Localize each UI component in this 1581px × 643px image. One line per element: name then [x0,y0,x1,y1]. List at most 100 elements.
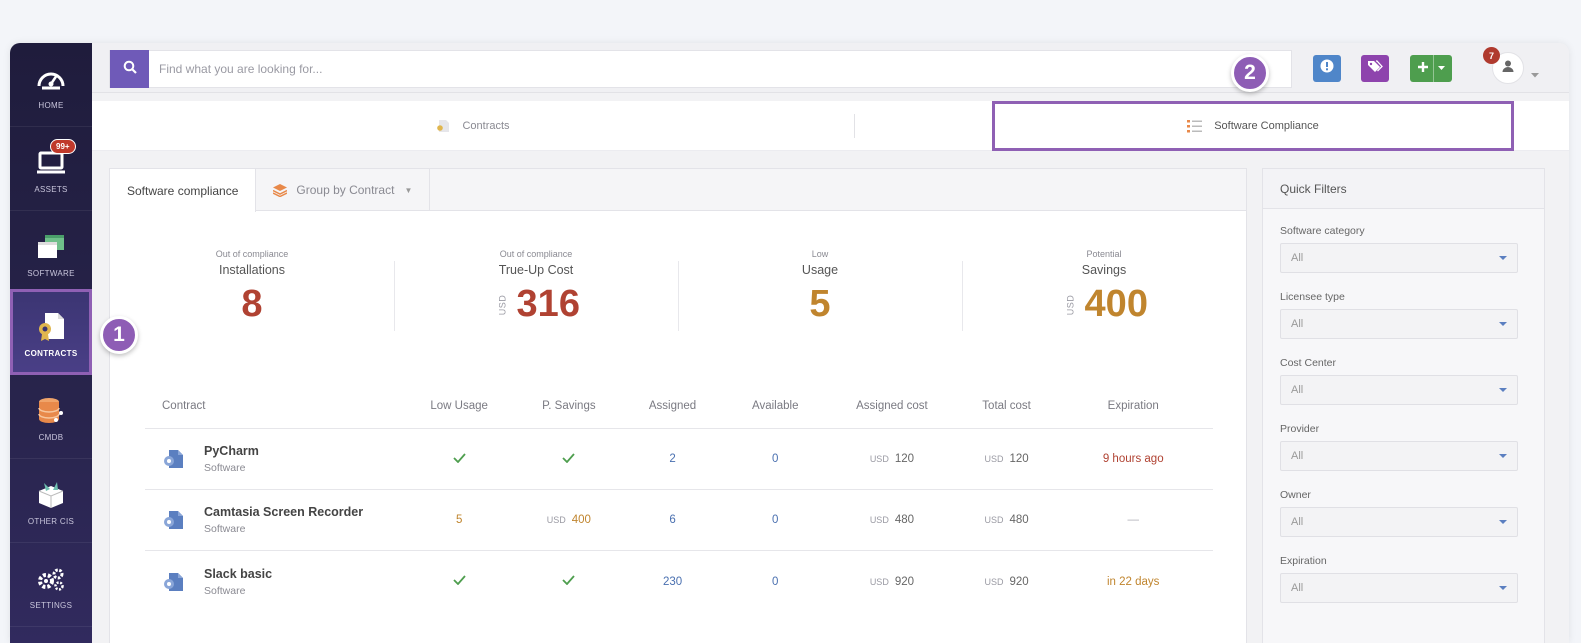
contract-software-icon [162,570,186,594]
alert-button[interactable] [1313,55,1341,82]
section-tabs: Contracts Software Compliance [92,101,1569,151]
tab-software-compliance-label: Software Compliance [1214,120,1319,132]
filter-select[interactable]: All [1280,507,1518,537]
table-row[interactable]: Camtasia Screen Recorder Software 5 USD 4… [145,490,1213,551]
available-cell[interactable]: 0 [726,453,824,465]
tab-divider [854,114,855,138]
tab-contracts-label: Contracts [462,120,510,132]
cost-value: 920 [1009,575,1029,588]
tab-contracts[interactable]: Contracts [92,101,854,151]
contract-name[interactable]: Slack basic [204,567,272,581]
filter-label: Owner [1280,489,1311,501]
sidebar-item-label: SOFTWARE [27,269,75,278]
tab-software-compliance[interactable]: Software Compliance [992,101,1514,151]
stat-subtitle: Potential [1086,249,1122,259]
filter-label: Expiration [1280,555,1327,567]
contract-cell: Slack basic Software [145,567,399,597]
total-cost-cell: USD 120 [960,453,1054,465]
col-total-cost[interactable]: Total cost [960,400,1054,412]
table-header: Contract Low Usage P. Savings Assigned A… [145,384,1213,429]
total-cost-cell: USD 480 [960,514,1054,526]
stat-number: 400 [1084,283,1148,325]
sidebar-item-home[interactable]: HOME [10,43,92,127]
filter-value: All [1291,384,1304,396]
sidebar-item-cmdb[interactable]: CMDB [10,375,92,459]
quick-filters-title: Quick Filters [1263,169,1544,209]
group-by-contract-dropdown[interactable]: Group by Contract ▼ [256,169,431,211]
col-contract[interactable]: Contract [145,400,399,412]
user-menu-chevron-icon[interactable] [1531,65,1539,83]
currency-label: USD [546,515,566,525]
sidebar-item-assets[interactable]: 99+ ASSETS [10,127,92,211]
sidebar-item-label: HOME [38,101,64,110]
filter-expiration: Expiration All [1280,555,1518,603]
compliance-panel: Software compliance Group by Contract ▼ … [109,168,1247,643]
cost-value: 120 [1009,453,1029,465]
filter-select[interactable]: All [1280,441,1518,471]
col-assigned-cost[interactable]: Assigned cost [824,400,960,412]
contract-software-icon [162,508,186,532]
tab-software-compliance-view[interactable]: Software compliance [110,169,257,212]
layers-icon [273,183,288,197]
expiration-cell: in 22 days [1107,575,1160,588]
contract-document-icon [35,311,67,343]
sidebar-item-contracts[interactable]: CONTRACTS [10,289,92,375]
search-bar [109,50,1292,88]
sidebar-item-software[interactable]: SOFTWARE [10,211,92,295]
sidebar-item-other-cis[interactable]: OTHER CIs [10,459,92,543]
col-assigned[interactable]: Assigned [619,400,727,412]
stat-low-usage[interactable]: Low Usage 5 [678,249,962,326]
filter-select[interactable]: All [1280,243,1518,273]
low-usage-cell[interactable]: 5 [399,514,519,526]
currency-label: USD [497,294,508,315]
contract-software-icon [162,447,186,471]
filter-select[interactable]: All [1280,375,1518,405]
stat-subtitle: Low [811,249,829,259]
quick-filters-panel: Quick Filters Software category All Lice… [1262,168,1545,643]
available-cell[interactable]: 0 [726,514,824,526]
table-row[interactable]: Slack basic Software 230 0 USD 920 USD 920… [145,551,1213,612]
stat-trueup-cost[interactable]: Out of compliance True-Up Cost USD 316 [394,249,678,326]
tab-label: Software compliance [127,183,239,198]
stat-number: 316 [516,283,580,325]
search-button[interactable] [110,50,149,88]
assets-count-badge: 99+ [50,139,76,154]
stat-installations[interactable]: Out of compliance Installations 8 [110,249,394,326]
available-cell[interactable]: 0 [726,576,824,588]
table-row[interactable]: PyCharm Software 2 0 USD 120 USD 120 9 hou… [145,429,1213,490]
tags-icon [1367,59,1383,78]
contract-name[interactable]: PyCharm [204,444,259,458]
assigned-cell[interactable]: 2 [619,453,727,465]
add-new-button[interactable] [1410,55,1452,82]
col-expiration[interactable]: Expiration [1053,400,1213,412]
sidebar-item-settings[interactable]: SETTINGS [10,543,92,627]
currency-label: USD [984,576,1004,587]
assigned-cell[interactable]: 230 [619,576,727,588]
filter-value: All [1291,450,1304,462]
col-low-usage[interactable]: Low Usage [399,400,519,412]
stat-number: 5 [809,283,831,325]
sidebar-item-label: CMDB [38,433,64,442]
total-cost-cell: USD 920 [960,576,1054,588]
tags-button[interactable] [1361,55,1389,82]
assigned-cell[interactable]: 6 [619,514,727,526]
notification-badge: 7 [1483,47,1500,64]
stat-potential-savings[interactable]: Potential Savings USD 400 [962,249,1246,326]
stat-value: 8 [110,283,394,326]
assigned-cost-cell: USD 120 [824,453,960,465]
search-input[interactable] [159,62,1259,76]
contract-type: Software [204,523,246,535]
filter-select[interactable]: All [1280,573,1518,603]
chevron-down-icon [1499,520,1507,524]
filter-provider: Provider All [1280,423,1518,471]
filter-licensee-type: Licensee type All [1280,291,1518,339]
filter-cost-center: Cost Center All [1280,357,1518,405]
contract-name[interactable]: Camtasia Screen Recorder [204,505,363,519]
col-p-savings[interactable]: P. Savings [519,400,619,412]
col-available[interactable]: Available [726,400,824,412]
group-by-label: Group by Contract [296,183,395,197]
filter-select[interactable]: All [1280,309,1518,339]
chevron-down-icon [1433,55,1445,82]
stat-number: 8 [241,283,263,325]
stat-value: USD 400 [962,283,1246,326]
